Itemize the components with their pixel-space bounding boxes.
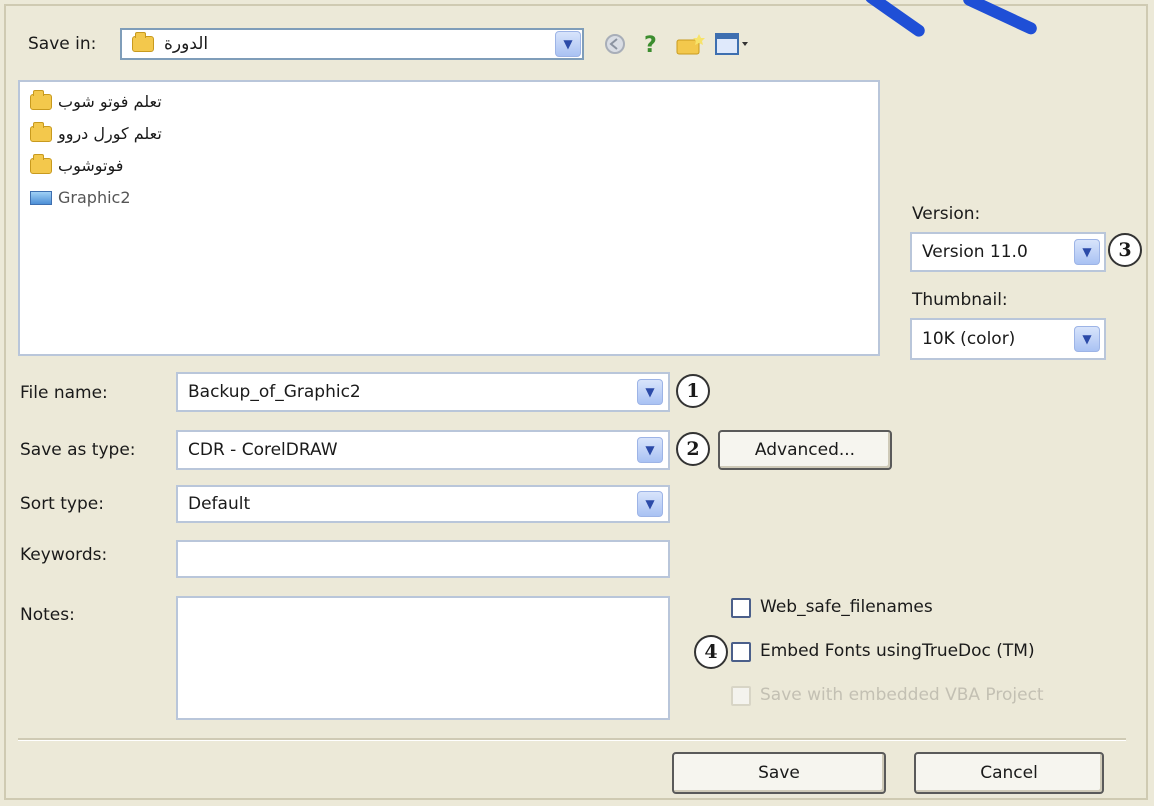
list-item-label: Graphic2 — [58, 188, 131, 207]
folder-icon — [30, 121, 52, 142]
embed-fonts-label: Embed Fonts usingTrueDoc (TM) — [760, 641, 1035, 661]
sort-type-dropdown[interactable]: Default — [176, 485, 670, 523]
file-name-label: File name: — [20, 383, 108, 403]
svg-text:?: ? — [644, 33, 657, 57]
advanced-button[interactable]: Advanced... — [718, 430, 892, 470]
web-safe-checkbox[interactable] — [731, 598, 751, 618]
folder-icon — [30, 153, 52, 174]
keywords-input[interactable] — [176, 540, 670, 578]
cdr-file-icon — [30, 190, 52, 205]
version-dropdown-arrow[interactable]: ▼ — [1074, 239, 1100, 265]
file-list[interactable]: تعلم فوتو شوب تعلم كورل دروو فوتوشوب Gra… — [18, 80, 880, 356]
list-item-label: تعلم كورل دروو — [58, 124, 162, 143]
sort-type-label: Sort type: — [20, 494, 104, 514]
version-label: Version: — [912, 204, 981, 224]
callout-2: 2 — [676, 432, 710, 466]
thumbnail-label: Thumbnail: — [912, 290, 1008, 310]
new-folder-icon[interactable] — [672, 30, 708, 58]
callout-3: 3 — [1108, 233, 1142, 267]
save-as-type-dropdown[interactable]: CDR - CorelDRAW — [176, 430, 670, 470]
save-button[interactable]: Save — [672, 752, 886, 794]
save-as-type-dropdown-arrow[interactable]: ▼ — [637, 437, 663, 463]
list-item-label: فوتوشوب — [58, 156, 124, 175]
separator — [18, 738, 1126, 741]
cancel-button[interactable]: Cancel — [914, 752, 1104, 794]
sort-type-value: Default — [188, 494, 251, 514]
version-value: Version 11.0 — [922, 242, 1028, 262]
save-in-value: الدورة — [164, 34, 209, 54]
save-as-type-value: CDR - CorelDRAW — [188, 440, 338, 460]
save-in-dropdown-arrow[interactable]: ▼ — [555, 31, 581, 57]
file-name-dropdown-arrow[interactable]: ▼ — [637, 379, 663, 405]
file-name-field[interactable]: Backup_of_Graphic2 — [176, 372, 670, 412]
save-in-label: Save in: — [28, 34, 97, 54]
folder-icon — [132, 32, 154, 52]
back-icon[interactable] — [600, 30, 630, 58]
thumbnail-dropdown-arrow[interactable]: ▼ — [1074, 326, 1100, 352]
list-item-label: تعلم فوتو شوب — [58, 92, 162, 111]
callout-4: 4 — [694, 635, 728, 669]
embed-fonts-checkbox[interactable] — [731, 642, 751, 662]
save-in-dropdown[interactable]: الدورة — [120, 28, 584, 60]
list-item[interactable]: فوتوشوب — [30, 153, 124, 175]
web-safe-label: Web_safe_filenames — [760, 597, 933, 617]
thumbnail-value: 10K (color) — [922, 329, 1016, 349]
list-item[interactable]: Graphic2 — [30, 188, 131, 207]
views-icon[interactable] — [712, 30, 752, 58]
sort-type-dropdown-arrow[interactable]: ▼ — [637, 491, 663, 517]
list-item[interactable]: تعلم فوتو شوب — [30, 89, 162, 111]
notes-label: Notes: — [20, 605, 75, 625]
keywords-label: Keywords: — [20, 545, 108, 565]
callout-1: 1 — [676, 374, 710, 408]
save-as-type-label: Save as type: — [20, 440, 136, 460]
vba-project-checkbox — [731, 686, 751, 706]
file-name-value: Backup_of_Graphic2 — [188, 382, 361, 402]
vba-project-label: Save with embedded VBA Project — [760, 685, 1044, 705]
folder-icon — [30, 89, 52, 110]
list-item[interactable]: تعلم كورل دروو — [30, 121, 162, 143]
help-icon[interactable]: ? — [636, 30, 666, 58]
notes-textarea[interactable] — [176, 596, 670, 720]
